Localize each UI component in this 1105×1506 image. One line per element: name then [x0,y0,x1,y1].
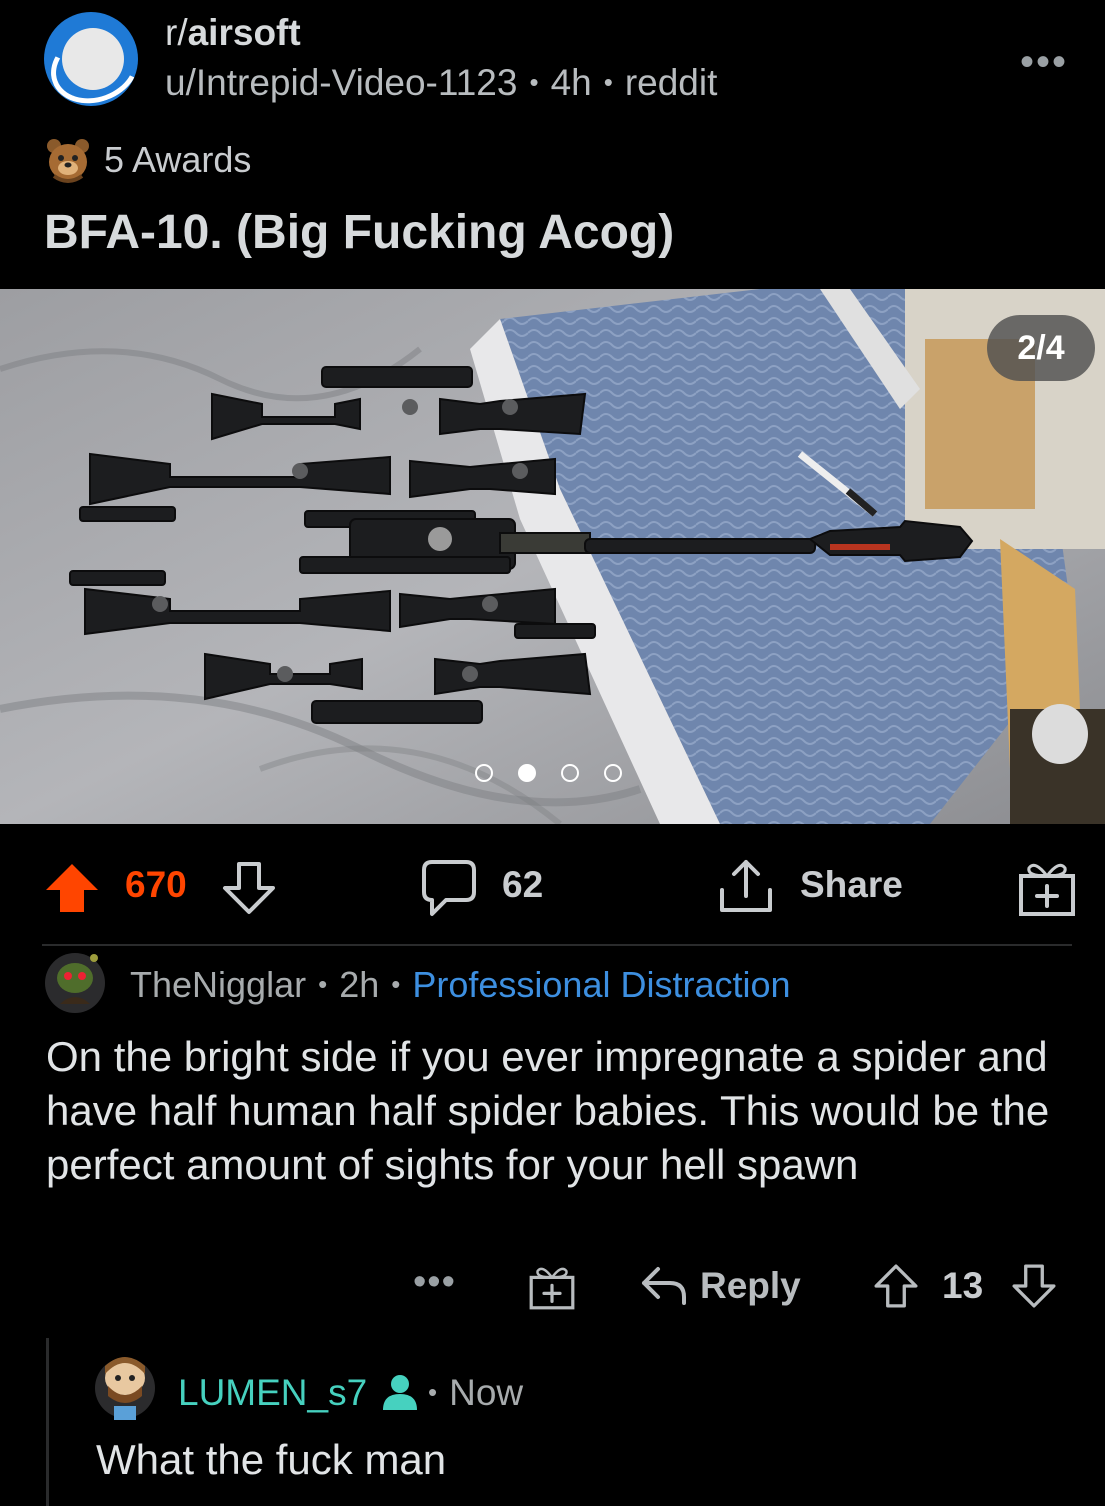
post-meta: u/Intrepid-Video-1123 • 4h • reddit [165,62,718,103]
comment-body: On the bright side if you ever impregnat… [46,1033,1050,1188]
comment-bubble-icon[interactable] [420,858,478,918]
person-icon [383,1375,417,1410]
gallery-dot[interactable] [561,764,579,782]
upvote-arrow-icon[interactable] [872,1261,920,1311]
reply-arrow-icon[interactable] [640,1263,688,1307]
post-score: 670 [125,864,187,905]
gallery-dots[interactable] [475,764,622,782]
commenter-avatar[interactable] [44,952,106,1014]
thread-line[interactable] [46,1338,49,1506]
reply-meta: • Now [428,1372,524,1413]
user-flair: Professional Distraction [412,964,791,1005]
more-options-icon[interactable]: ••• [1020,40,1068,85]
awards-count[interactable]: 5 Awards [104,139,251,181]
gift-award-icon[interactable] [1017,858,1077,918]
post-image[interactable] [0,289,1105,824]
upvote-arrow-icon[interactable] [44,862,100,914]
divider [42,944,1072,946]
gallery-dot[interactable] [475,764,493,782]
subreddit-label: airsoft [187,12,301,53]
comment-count: 62 [502,864,544,905]
reply-age: Now [449,1372,524,1413]
post-domain[interactable]: reddit [625,62,718,103]
gallery-page-indicator: 2/4 [987,315,1095,381]
comment-meta: TheNigglar • 2h • Professional Distraction [130,964,791,1005]
post-author[interactable]: u/Intrepid-Video-1123 [165,62,517,103]
comment-age: 2h [339,964,380,1005]
reply-author-avatar[interactable] [94,1352,156,1422]
bear-award-icon [47,139,89,183]
comment-action-bar: ••• Reply 13 [0,1255,1105,1315]
gift-award-icon[interactable] [528,1263,576,1311]
reply-author[interactable]: LUMEN_s7 [178,1372,367,1414]
post-title: BFA-10. (Big Fucking Acog) [44,206,675,259]
share-upload-icon[interactable] [716,856,776,916]
downvote-arrow-icon[interactable] [1010,1261,1058,1311]
reply-button[interactable]: Reply [700,1265,801,1307]
downvote-arrow-icon[interactable] [220,860,278,916]
more-options-icon[interactable]: ••• [413,1261,456,1304]
post-age: 4h [550,62,592,103]
subreddit-name[interactable]: r/airsoft [165,12,301,54]
share-button[interactable]: Share [800,864,903,906]
subreddit-avatar[interactable] [44,12,138,106]
comment-author[interactable]: TheNigglar [130,964,306,1005]
comment-score: 13 [942,1265,984,1306]
reply-body: What the fuck man [96,1436,447,1483]
gallery-dot-active[interactable] [518,764,536,782]
subreddit-prefix: r/ [165,12,188,53]
gallery-dot[interactable] [604,764,622,782]
post-action-bar: 670 62 Share [0,850,1105,922]
